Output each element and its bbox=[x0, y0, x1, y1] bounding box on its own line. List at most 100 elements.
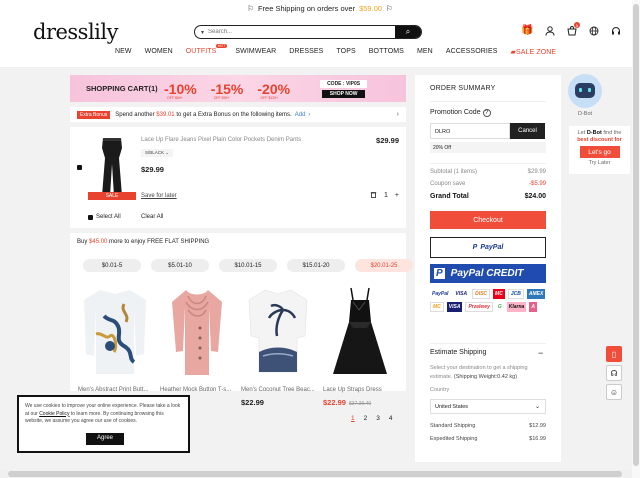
product-name[interactable]: Heather Mock Button T-s... bbox=[160, 387, 231, 393]
variant-select[interactable]: S/BLACK ⌄ bbox=[141, 149, 174, 157]
chevron-right-icon[interactable]: › bbox=[397, 111, 399, 118]
standard-shipping-row: Standard Shipping $12.99 bbox=[430, 423, 546, 429]
nav-tops[interactable]: TOPS bbox=[336, 48, 355, 56]
shop-now-button[interactable]: SHOP NOW bbox=[321, 89, 366, 98]
product-image-coconut-shirt[interactable] bbox=[241, 282, 314, 382]
country-select[interactable]: United States ⌄ bbox=[430, 399, 546, 414]
nav-outfits[interactable]: OUTFITS HOT bbox=[186, 44, 228, 56]
nav-sale-zone[interactable]: ▰SALE ZONE bbox=[510, 48, 556, 56]
extra-bonus-bar[interactable]: Extra Bonus Spend another $39.01 to get … bbox=[70, 107, 406, 122]
try-later-link[interactable]: Try Later bbox=[569, 160, 630, 167]
product-image-jeans[interactable] bbox=[88, 137, 136, 200]
dbot-text-2: find the bbox=[603, 130, 622, 136]
extra-bonus-tag: Extra Bonus bbox=[77, 110, 111, 119]
jcb-card-icon: JCB bbox=[507, 289, 524, 299]
free-shipping-bar: ⚐ Free Shipping on orders over $59.00 ⚐ bbox=[0, 0, 640, 16]
tab-price-4[interactable]: $20.01-25 bbox=[355, 259, 413, 272]
help-icon[interactable]: ? bbox=[482, 109, 491, 117]
logo[interactable]: dresslily bbox=[33, 20, 118, 44]
scrollbar-thumb[interactable] bbox=[633, 4, 639, 466]
user-icon[interactable] bbox=[544, 25, 555, 36]
robot-eye-right bbox=[588, 88, 591, 92]
quantity-value[interactable]: 1 bbox=[384, 192, 388, 199]
paypal-button[interactable]: P PayPal bbox=[430, 237, 546, 258]
visa-card-icon: VISA bbox=[455, 291, 468, 297]
nav-dresses[interactable]: DRESSES bbox=[289, 48, 323, 56]
item-checkbox[interactable] bbox=[77, 165, 82, 170]
headset-support-icon[interactable]: ☊ bbox=[606, 365, 622, 381]
agree-button[interactable]: Agree bbox=[86, 433, 124, 445]
clear-all-link[interactable]: Clear All bbox=[141, 214, 163, 220]
dbot-assistant[interactable]: D-Bot bbox=[565, 74, 605, 120]
nav-accessories[interactable]: ACCESSORIES bbox=[446, 48, 498, 56]
search-bar[interactable]: ▾ ⌕ bbox=[194, 25, 422, 39]
select-all-checkbox[interactable] bbox=[88, 215, 93, 220]
cookie-policy-link[interactable]: Cookie Policy bbox=[39, 411, 69, 417]
chevron-down-icon[interactable]: ▾ bbox=[195, 29, 204, 36]
nav-women[interactable]: WOMEN bbox=[145, 48, 173, 56]
search-input[interactable] bbox=[204, 29, 395, 35]
product-name[interactable]: Men's Abstract Print Butt... bbox=[78, 387, 149, 393]
cart-banner[interactable]: SHOPPING CART(1) -10% OFF $69+ -15% OFF $9… bbox=[70, 75, 406, 102]
page-2[interactable]: 2 bbox=[364, 415, 368, 422]
globe-icon[interactable] bbox=[588, 25, 599, 36]
search-icon[interactable]: ⌕ bbox=[395, 26, 421, 38]
addon-product-2[interactable]: Heather Mock Button T-s... bbox=[160, 282, 238, 393]
tab-price-3[interactable]: $15.01-20 bbox=[287, 259, 345, 272]
tab-price-0[interactable]: $0.01-5 bbox=[83, 259, 141, 272]
page-1[interactable]: 1 bbox=[351, 415, 355, 422]
subtotal-label: Subtotal (1 items) bbox=[430, 169, 478, 175]
gift-icon[interactable]: 🎁 bbox=[521, 25, 533, 36]
scrollbar-thumb[interactable] bbox=[8, 471, 622, 477]
site-header: dresslily ▾ ⌕ 🎁 1 NEW WOMEN OUTFITSHOT S… bbox=[0, 16, 640, 68]
product-image-black-dress[interactable] bbox=[323, 282, 396, 382]
nav-new[interactable]: NEW bbox=[115, 48, 132, 56]
expedited-shipping-price: $16.99 bbox=[529, 436, 546, 442]
collapse-icon[interactable]: − bbox=[538, 348, 543, 358]
emoji-feedback-icon[interactable]: ☺ bbox=[606, 384, 622, 400]
paypal-credit-icon: P bbox=[434, 268, 445, 279]
free-shipping-addon: Buy $45.00 more to enjoy FREE FLAT SHIPP… bbox=[70, 233, 413, 422]
product-name[interactable]: Lace Up Straps Dress bbox=[323, 387, 382, 393]
standard-shipping-label: Standard Shipping bbox=[430, 423, 476, 429]
cart-count-badge: 1 bbox=[574, 22, 580, 28]
checkout-button[interactable]: Checkout bbox=[430, 211, 546, 229]
phone-icon[interactable]: ▯ bbox=[606, 346, 622, 362]
amex-card-icon: AMEX bbox=[526, 289, 546, 299]
trash-icon[interactable] bbox=[370, 191, 377, 200]
horizontal-scrollbar[interactable] bbox=[0, 470, 632, 478]
country-value: United States bbox=[435, 404, 469, 410]
nav-bottoms[interactable]: BOTTOMS bbox=[369, 48, 404, 56]
product-price-total: $29.99 bbox=[376, 136, 399, 145]
flag-icon: ⚐ bbox=[247, 3, 254, 13]
discount-10: -10% OFF $69+ bbox=[164, 82, 197, 100]
paypal-credit-button[interactable]: P PayPal CREDIT bbox=[430, 264, 546, 283]
tab-price-1[interactable]: $5.01-10 bbox=[151, 259, 209, 272]
addon-product-1[interactable]: Men's Abstract Print Butt... bbox=[78, 282, 156, 393]
product-image-pink-top[interactable] bbox=[160, 282, 233, 382]
nav-men[interactable]: MEN bbox=[417, 48, 433, 56]
plus-icon[interactable]: + bbox=[395, 192, 399, 199]
headset-icon[interactable] bbox=[610, 25, 621, 36]
product-name[interactable]: Men's Coconut Tree Beac... bbox=[241, 387, 315, 393]
select-all-label[interactable]: Select All bbox=[96, 214, 121, 220]
product-image-shirt-abstract[interactable] bbox=[78, 282, 151, 382]
bonus-text-1: Spend another bbox=[115, 111, 155, 118]
promo-code-input[interactable]: DLRO bbox=[430, 123, 510, 139]
nav-swimwear[interactable]: SWIMWEAR bbox=[235, 48, 276, 56]
tab-price-2[interactable]: $10.01-15 bbox=[219, 259, 277, 272]
cancel-button[interactable]: Cancel bbox=[510, 123, 545, 139]
product-name[interactable]: Lace Up Flare Jeans Pixel Plain Color Po… bbox=[141, 137, 301, 143]
bonus-text-2: to get a Extra Bonus on the following it… bbox=[176, 111, 292, 118]
save-for-later-link[interactable]: Save for later bbox=[141, 193, 177, 199]
lets-go-button[interactable]: Let's go bbox=[579, 146, 620, 158]
page-3[interactable]: 3 bbox=[376, 415, 380, 422]
bonus-add-link[interactable]: Add bbox=[295, 112, 306, 118]
dbot-avatar[interactable] bbox=[568, 74, 602, 108]
page-4[interactable]: 4 bbox=[389, 415, 393, 422]
coupon-row: Coupon save -$5.99 bbox=[430, 181, 546, 187]
cart-icon[interactable]: 1 bbox=[566, 22, 580, 36]
vertical-scrollbar[interactable] bbox=[632, 0, 640, 478]
addon-product-3[interactable]: Men's Coconut Tree Beac... $22.99 bbox=[241, 282, 319, 407]
addon-product-4[interactable]: Lace Up Straps Dress $22.99 $37.39.40 bbox=[323, 282, 401, 407]
